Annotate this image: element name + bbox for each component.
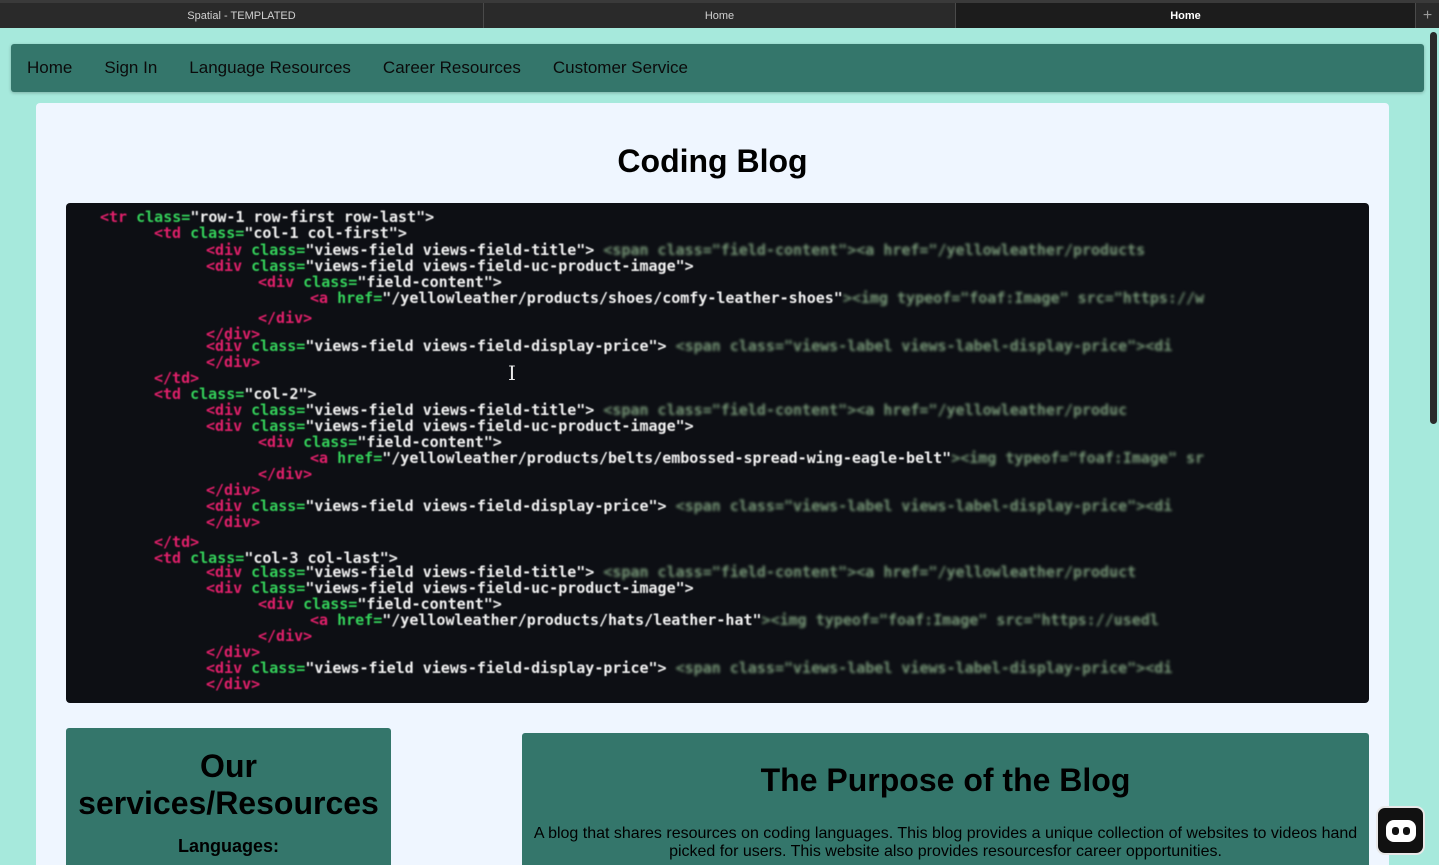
code-line: </div> — [258, 309, 313, 327]
code-line: </div> — [206, 353, 261, 371]
page-scrollbar[interactable] — [1428, 28, 1439, 865]
code-line: <td class="col-3 col-last"> — [154, 549, 398, 567]
purpose-box: The Purpose of the Blog A blog that shar… — [522, 733, 1369, 865]
code-line: <a href="/yellowleather/products/belts/e… — [310, 449, 1205, 467]
code-line: <div class="views-field views-field-disp… — [206, 337, 1173, 355]
code-line: <div class="views-field views-field-titl… — [206, 241, 1146, 259]
code-line: </div> — [206, 643, 261, 661]
code-line: <td class="col-2"> — [154, 385, 317, 403]
scrollbar-thumb[interactable] — [1430, 32, 1437, 424]
code-line: <div class="field-content"> — [258, 433, 502, 451]
services-subtitle: Languages: — [177, 836, 279, 856]
text-cursor-icon: I — [508, 361, 516, 385]
code-line: <a href="/yellowleather/products/hats/le… — [310, 611, 1159, 629]
code-line: </div> — [206, 481, 261, 499]
browser-tab-home[interactable]: Home — [484, 3, 956, 28]
site-nav: Home Sign In Language Resources Career R… — [11, 44, 1424, 92]
robot-assistant-icon — [1385, 819, 1416, 842]
services-box: Our services/Resources Languages: — [66, 728, 391, 865]
nav-language-resources[interactable]: Language Resources — [189, 58, 351, 78]
browser-tab-spatial[interactable]: Spatial - TEMPLATED — [0, 3, 484, 28]
code-line: <div class="views-field views-field-uc-p… — [206, 257, 694, 275]
browser-tab-bar: Spatial - TEMPLATED Home Home + — [0, 0, 1439, 28]
purpose-title: The Purpose of the Blog — [760, 762, 1131, 798]
code-line: <td class="col-1 col-first"> — [154, 224, 407, 242]
assistant-button[interactable] — [1376, 806, 1425, 855]
nav-customer-service[interactable]: Customer Service — [553, 58, 688, 78]
code-line: <div class="views-field views-field-disp… — [206, 659, 1173, 677]
code-line: <div class="views-field views-field-uc-p… — [206, 579, 694, 597]
nav-home[interactable]: Home — [27, 58, 72, 78]
code-line: </td> — [154, 369, 200, 387]
code-line: <div class="views-field views-field-uc-p… — [206, 417, 694, 435]
hero-code-image: I <tr class="row-1 row-first row-last"> <… — [66, 203, 1369, 703]
code-line: <a href="/yellowleather/products/shoes/c… — [310, 289, 1205, 307]
nav-career-resources[interactable]: Career Resources — [383, 58, 521, 78]
code-line: <div class="views-field views-field-disp… — [206, 497, 1173, 515]
code-line: <div class="views-field views-field-titl… — [206, 563, 1137, 581]
nav-sign-in[interactable]: Sign In — [104, 58, 157, 78]
new-tab-icon[interactable]: + — [1416, 3, 1439, 28]
code-line: </div> — [206, 513, 261, 531]
code-line: </div> — [258, 465, 313, 483]
code-line: <div class="field-content"> — [258, 273, 502, 291]
code-line: </div> — [206, 675, 261, 693]
purpose-text: A blog that shares resources on coding l… — [533, 825, 1358, 860]
code-line: </td> — [154, 533, 200, 551]
main-card: Coding Blog I <tr class="row-1 row-first… — [36, 103, 1389, 865]
services-title: Our services/Resources — [78, 748, 379, 821]
page-title: Coding Blog — [617, 143, 808, 179]
code-line: </div> — [258, 627, 313, 645]
browser-tab-home-active[interactable]: Home — [956, 3, 1416, 28]
code-line: <tr class="row-1 row-first row-last"> — [100, 208, 435, 226]
code-line: <div class="field-content"> — [258, 595, 502, 613]
code-line: <div class="views-field views-field-titl… — [206, 401, 1128, 419]
